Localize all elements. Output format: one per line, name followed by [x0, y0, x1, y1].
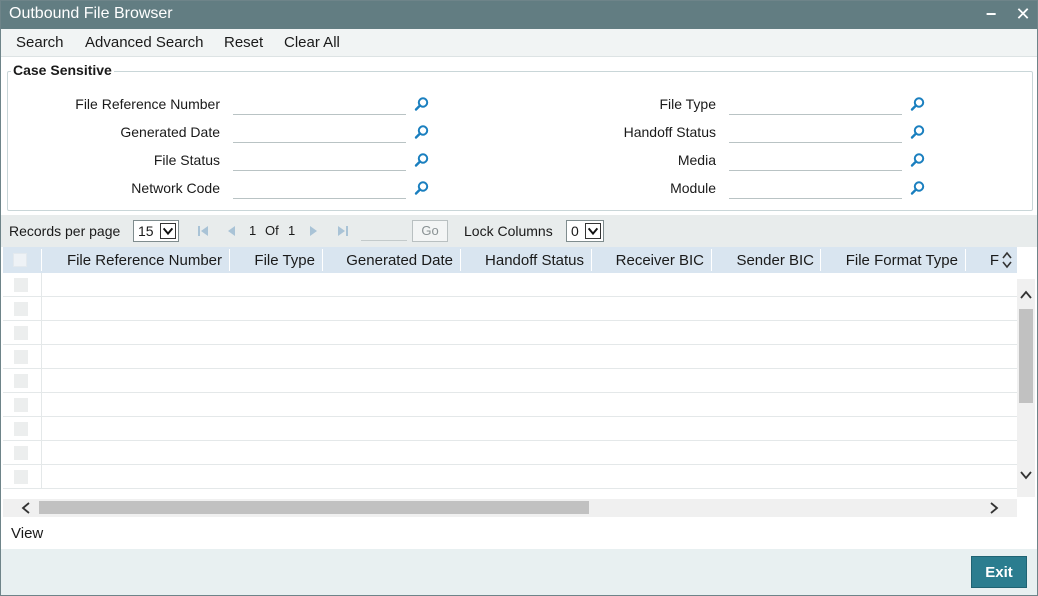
module-label: Module — [670, 180, 716, 196]
handoff-status-input[interactable] — [729, 121, 902, 143]
grid-header: File Reference Number File Type Generate… — [3, 247, 1017, 273]
chevron-down-icon — [585, 223, 601, 239]
outbound-file-browser-window: Outbound File Browser − ✕ Search Advance… — [0, 0, 1038, 596]
search-menu-button[interactable]: Search — [16, 34, 64, 51]
view-bar: View — [1, 517, 1037, 549]
table-row[interactable] — [3, 393, 1017, 417]
row-checkbox[interactable] — [14, 278, 28, 292]
sort-icon[interactable] — [1001, 250, 1013, 270]
reset-menu-button[interactable]: Reset — [224, 34, 263, 51]
pagination-bar: Records per page 15 Lock Columns 0 — [1, 215, 1037, 247]
media-input[interactable] — [729, 149, 902, 171]
lock-columns-value: 0 — [571, 223, 579, 239]
table-row[interactable] — [3, 441, 1017, 465]
media-lookup-icon[interactable] — [910, 152, 926, 168]
vertical-scrollbar[interactable] — [1017, 279, 1035, 497]
file-type-lookup-icon[interactable] — [910, 96, 926, 112]
scroll-left-icon[interactable] — [19, 501, 33, 515]
row-checkbox[interactable] — [14, 374, 28, 388]
first-page-icon[interactable] — [197, 225, 209, 237]
scroll-down-icon[interactable] — [1019, 468, 1033, 482]
row-checkbox[interactable] — [14, 302, 28, 316]
next-page-icon[interactable] — [308, 225, 320, 237]
page-of-label: Of — [265, 223, 279, 238]
row-checkbox[interactable] — [14, 470, 28, 484]
goto-page-input[interactable] — [361, 221, 407, 241]
table-row[interactable] — [3, 345, 1017, 369]
handoff-status-label: Handoff Status — [623, 124, 716, 140]
bottom-action-bar: Exit — [1, 549, 1037, 595]
lock-columns-label: Lock Columns — [464, 223, 553, 239]
handoff-status-lookup-icon[interactable] — [910, 124, 926, 140]
column-header-sender-bic[interactable]: Sender BIC — [713, 252, 814, 269]
window-title: Outbound File Browser — [9, 5, 173, 22]
minimize-icon[interactable]: − — [981, 4, 1001, 24]
row-checkbox[interactable] — [14, 398, 28, 412]
scroll-right-icon[interactable] — [987, 501, 1001, 515]
last-page-icon[interactable] — [337, 225, 349, 237]
close-icon[interactable]: ✕ — [1013, 4, 1033, 24]
exit-button[interactable]: Exit — [971, 556, 1027, 588]
horizontal-scroll-thumb[interactable] — [39, 501, 589, 514]
file-reference-number-input[interactable] — [233, 93, 406, 115]
go-button[interactable]: Go — [412, 220, 448, 242]
title-bar: Outbound File Browser − ✕ — [1, 1, 1037, 29]
lock-columns-select[interactable]: 0 — [566, 220, 604, 242]
file-status-lookup-icon[interactable] — [414, 152, 430, 168]
row-checkbox[interactable] — [14, 446, 28, 460]
table-row[interactable] — [3, 417, 1017, 441]
generated-date-lookup-icon[interactable] — [414, 124, 430, 140]
table-row[interactable] — [3, 297, 1017, 321]
file-type-input[interactable] — [729, 93, 902, 115]
records-per-page-label: Records per page — [9, 223, 121, 239]
menu-bar: Search Advanced Search Reset Clear All — [1, 29, 1037, 57]
media-label: Media — [677, 152, 716, 168]
advanced-search-menu-button[interactable]: Advanced Search — [85, 34, 203, 51]
clear-all-menu-button[interactable]: Clear All — [284, 34, 340, 51]
total-pages-number: 1 — [288, 223, 296, 238]
select-all-checkbox[interactable] — [13, 253, 27, 267]
network-code-label: Network Code — [131, 180, 220, 196]
chevron-down-icon — [160, 223, 176, 239]
column-header-truncated[interactable]: F — [967, 252, 999, 269]
vertical-scroll-thumb[interactable] — [1019, 309, 1033, 403]
view-button[interactable]: View — [11, 525, 43, 542]
module-input[interactable] — [729, 177, 902, 199]
row-checkbox[interactable] — [14, 422, 28, 436]
file-type-label: File Type — [659, 96, 716, 112]
generated-date-input[interactable] — [233, 121, 406, 143]
network-code-lookup-icon[interactable] — [414, 180, 430, 196]
column-header-receiver-bic[interactable]: Receiver BIC — [593, 252, 704, 269]
column-header-file-format-type[interactable]: File Format Type — [822, 252, 958, 269]
column-header-file-type[interactable]: File Type — [231, 252, 315, 269]
records-per-page-select[interactable]: 15 — [133, 220, 179, 242]
records-per-page-value: 15 — [138, 223, 154, 239]
file-reference-number-label: File Reference Number — [75, 96, 220, 112]
scroll-up-icon[interactable] — [1019, 288, 1033, 302]
generated-date-label: Generated Date — [120, 124, 220, 140]
column-header-handoff-status[interactable]: Handoff Status — [462, 252, 584, 269]
network-code-input[interactable] — [233, 177, 406, 199]
file-status-input[interactable] — [233, 149, 406, 171]
table-row[interactable] — [3, 321, 1017, 345]
previous-page-icon[interactable] — [225, 225, 237, 237]
row-checkbox[interactable] — [14, 326, 28, 340]
column-header-generated-date[interactable]: Generated Date — [324, 252, 453, 269]
current-page-number: 1 — [249, 223, 257, 238]
table-row[interactable] — [3, 369, 1017, 393]
case-sensitive-legend: Case Sensitive — [11, 62, 114, 78]
row-checkbox[interactable] — [14, 350, 28, 364]
horizontal-scrollbar[interactable] — [3, 499, 1017, 517]
file-status-label: File Status — [153, 152, 220, 168]
file-reference-number-lookup-icon[interactable] — [414, 96, 430, 112]
results-grid: File Reference Number File Type Generate… — [3, 247, 1037, 499]
table-row[interactable] — [3, 273, 1017, 297]
module-lookup-icon[interactable] — [910, 180, 926, 196]
column-header-file-reference-number[interactable]: File Reference Number — [43, 252, 222, 269]
table-row[interactable] — [3, 465, 1017, 489]
